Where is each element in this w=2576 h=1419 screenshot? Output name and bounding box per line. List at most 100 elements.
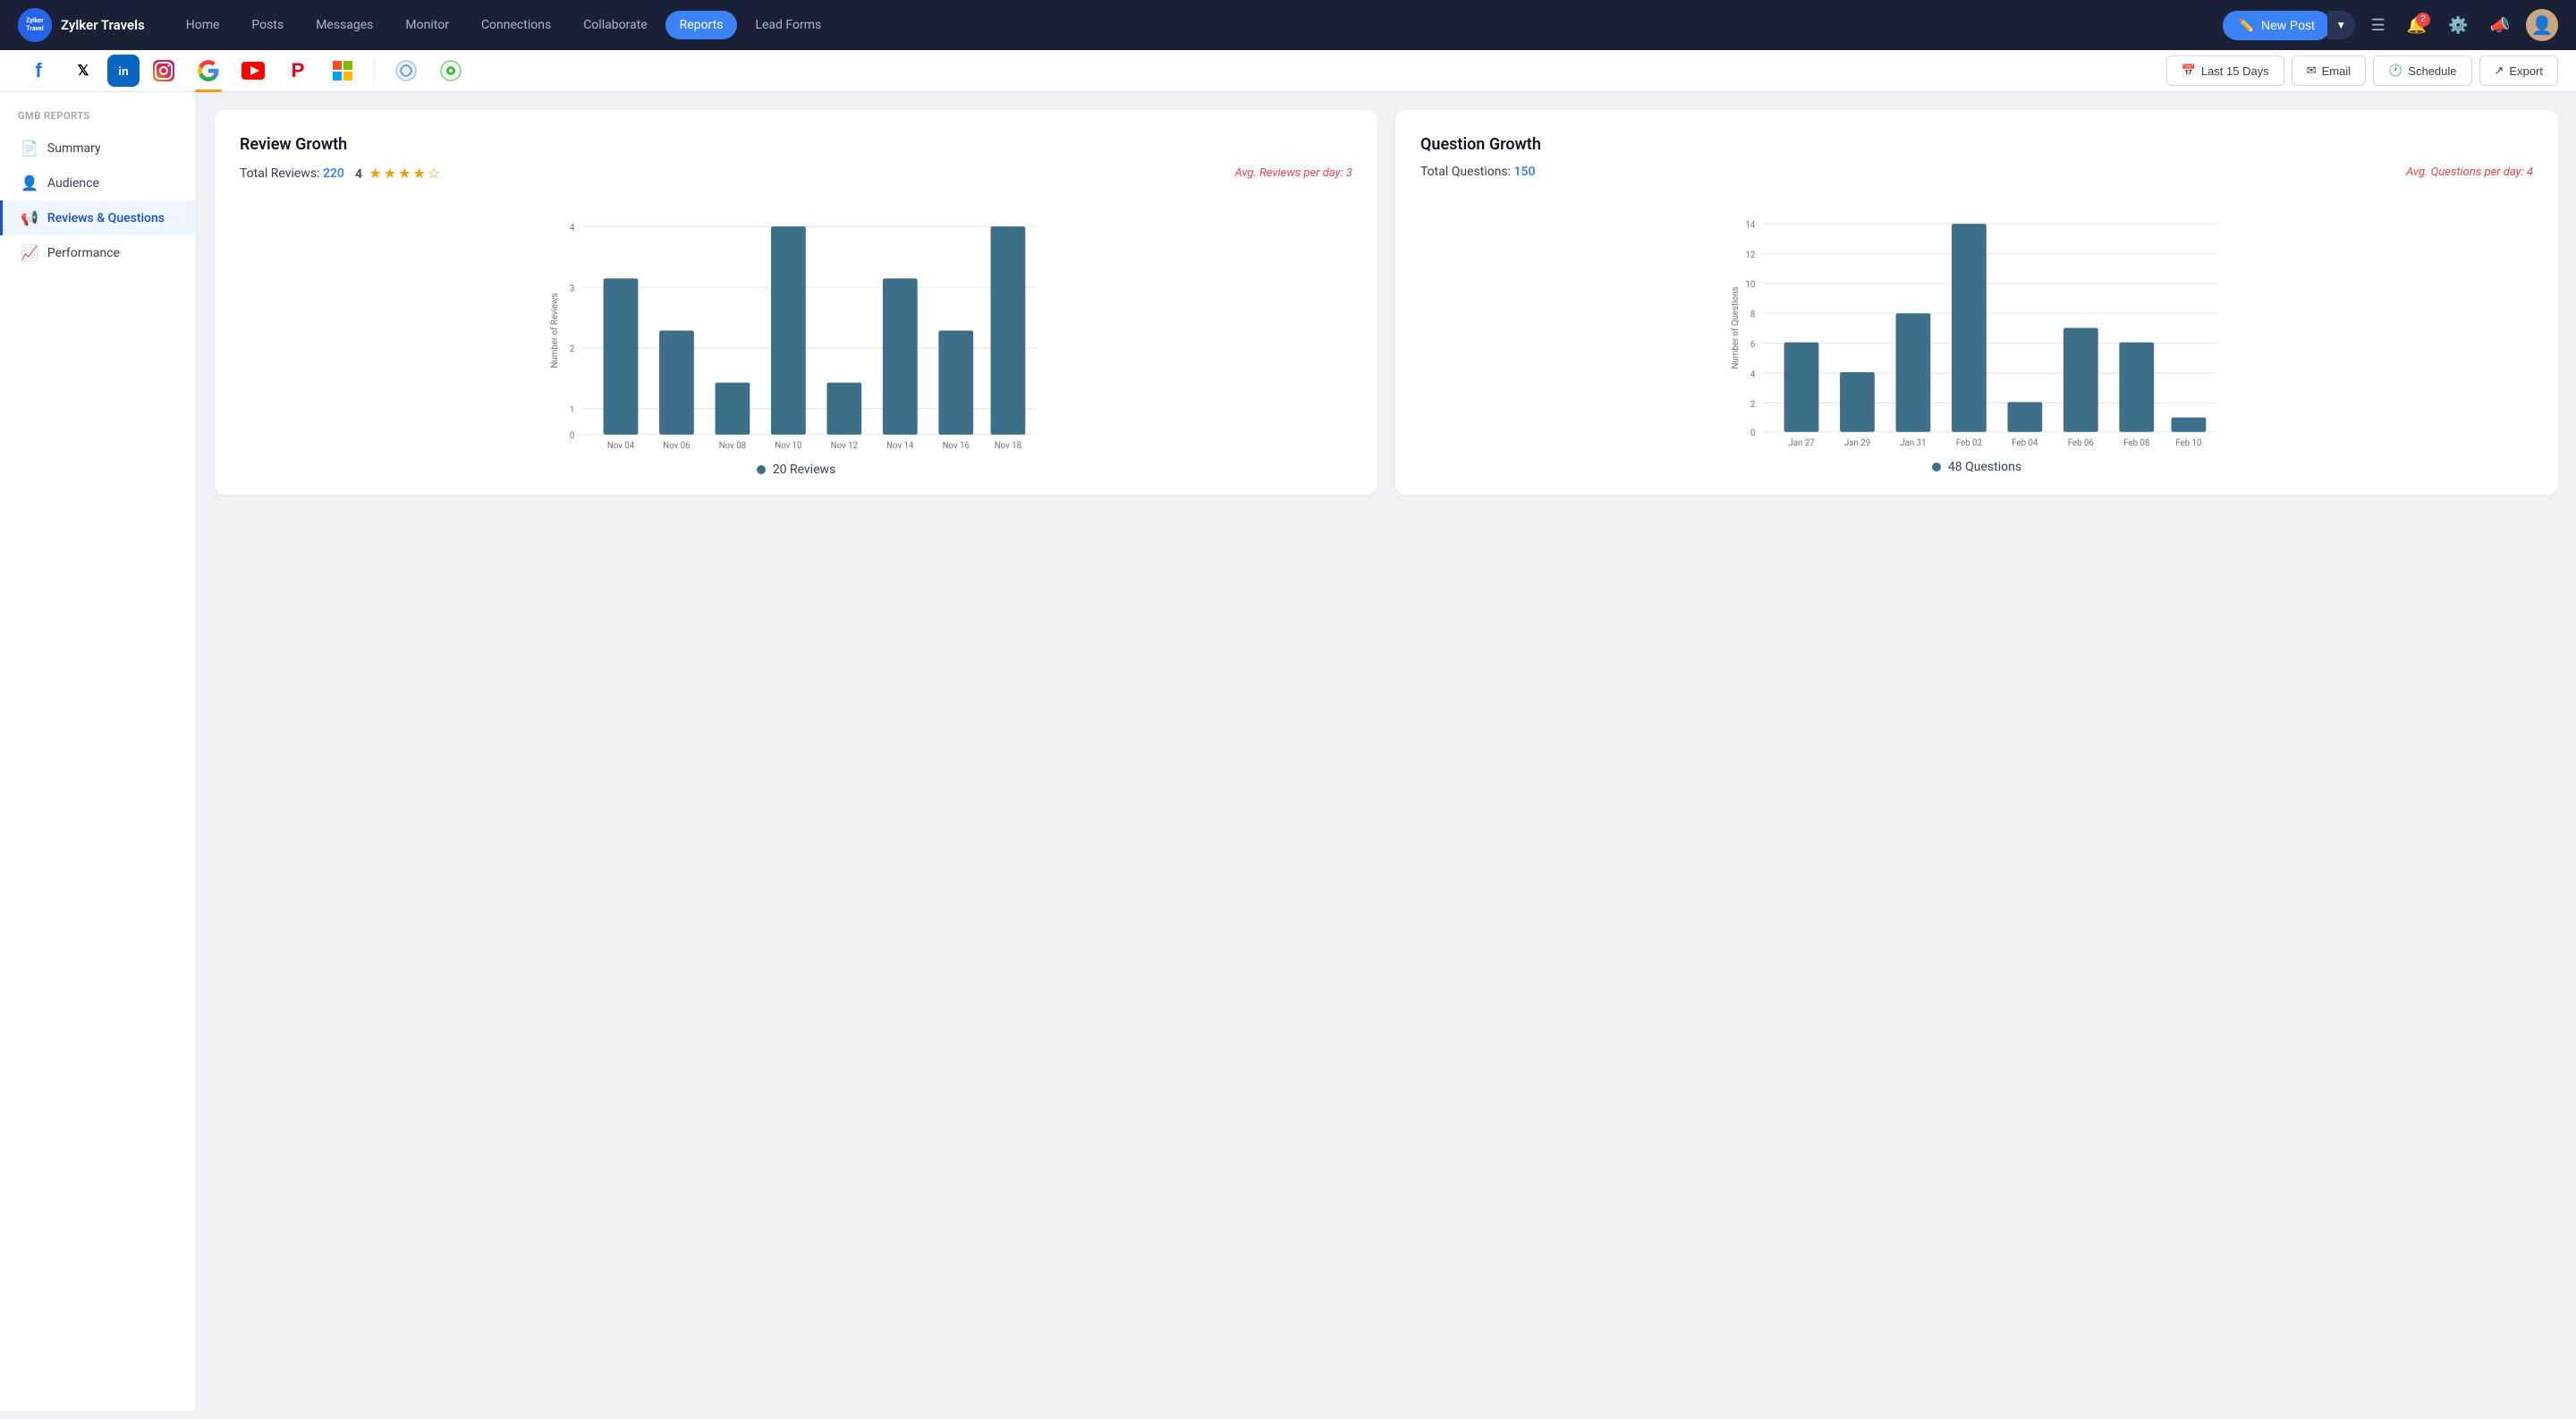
svg-text:14: 14 [1745,220,1755,230]
sidebar-section-label: GMB REPORTS [0,110,196,131]
review-growth-meta-left: Total Reviews: 220 4 ★★★★☆ [240,165,442,182]
email-button[interactable]: ✉ Email [2292,55,2366,86]
brand-name: Zylker Travels [61,17,145,33]
pinterest-icon-btn[interactable]: P [277,50,318,91]
facebook-icon-btn[interactable]: f [18,50,59,91]
svg-text:10: 10 [1745,280,1755,290]
review-growth-meta: Total Reviews: 220 4 ★★★★☆ Avg. Reviews … [240,165,1352,182]
microsoft-icon-btn[interactable] [322,50,363,91]
social-bar: f 𝕏 in P 📅 La [0,50,2576,92]
svg-text:Feb 04: Feb 04 [2012,438,2038,447]
nav-right: ✏️ New Post ▾ ☰ 🔔 2 ⚙️ 📣 👤 [2223,9,2558,41]
export-icon: ↗ [2495,64,2504,78]
svg-text:Nov 08: Nov 08 [719,441,746,450]
performance-icon: 📈 [21,244,38,261]
social-icons: f 𝕏 in P [18,50,2166,91]
nav-items: Home Posts Messages Monitor Connections … [172,11,2223,39]
clock-icon: 🕐 [2388,64,2402,78]
nav-connections[interactable]: Connections [467,11,565,39]
brand[interactable]: Zylker Travel Zylker Travels [18,8,145,42]
svg-text:0: 0 [1750,429,1755,438]
schedule-button[interactable]: 🕐 Schedule [2373,55,2471,86]
new-post-button[interactable]: ✏️ New Post [2223,11,2331,40]
question-growth-meta-left: Total Questions: 150 [1420,165,1536,179]
total-reviews-label: Total Reviews: 220 [240,166,344,181]
review-growth-title: Review Growth [240,135,1352,154]
nav-monitor[interactable]: Monitor [391,11,463,39]
nav-posts[interactable]: Posts [237,11,298,39]
youtube-icon-btn[interactable] [233,50,274,91]
avatar[interactable]: 👤 [2526,9,2558,41]
brand-logo: Zylker Travel [18,8,52,42]
email-icon: ✉ [2307,64,2317,78]
social-extra-1-icon-btn[interactable] [386,50,427,91]
rating-stars: 4 ★★★★☆ [355,165,442,182]
sidebar-item-summary[interactable]: 📄 Summary [0,131,196,166]
svg-text:Jan 31: Jan 31 [1900,438,1926,447]
sidebar-item-audience[interactable]: 👤 Audience [0,166,196,200]
svg-text:Jan 29: Jan 29 [1844,438,1870,447]
svg-text:Feb 08: Feb 08 [2123,438,2149,447]
social-separator [374,58,375,83]
review-growth-legend: 20 Reviews [240,463,1352,477]
svg-text:2: 2 [570,344,575,354]
svg-text:Nov 16: Nov 16 [943,441,970,450]
sidebar: GMB REPORTS 📄 Summary 👤 Audience 📢 Revie… [0,92,197,1411]
social-extra-2-icon-btn[interactable] [430,50,471,91]
svg-text:Feb 06: Feb 06 [2068,438,2094,447]
question-growth-meta: Total Questions: 150 Avg. Questions per … [1420,165,2533,179]
svg-text:Feb 02: Feb 02 [1956,438,1983,447]
linkedin-icon-btn[interactable]: in [107,55,140,87]
review-growth-chart: 4 3 2 1 0 Number of Reviews [240,200,1352,450]
google-icon-btn[interactable] [188,50,229,91]
svg-text:6: 6 [1750,340,1755,350]
export-button[interactable]: ↗ Export [2479,55,2558,86]
svg-text:Nov 14: Nov 14 [886,441,914,450]
review-avg-label: Avg. Reviews per day: 3 [1235,166,1352,180]
top-nav: Zylker Travel Zylker Travels Home Posts … [0,0,2576,50]
menu-button[interactable]: ☰ [2366,11,2391,40]
svg-text:Number of Reviews: Number of Reviews [550,293,560,369]
pencil-icon: ✏️ [2239,18,2254,33]
svg-text:8: 8 [1750,310,1755,320]
new-post-dropdown-button[interactable]: ▾ [2327,11,2355,39]
date-range-button[interactable]: 📅 Last 15 Days [2166,55,2284,86]
twitter-x-icon-btn[interactable]: 𝕏 [63,50,104,91]
svg-text:Feb 10: Feb 10 [2175,438,2201,447]
question-growth-title: Question Growth [1420,135,2533,154]
svg-text:Nov 10: Nov 10 [775,441,801,450]
nav-messages[interactable]: Messages [301,11,387,39]
svg-text:3: 3 [570,284,574,293]
svg-text:Nov 04: Nov 04 [607,441,635,450]
announcements-button[interactable]: 📣 [2485,11,2515,40]
question-legend-dot [1932,463,1941,472]
menu-icon: ☰ [2371,16,2385,34]
main-layout: GMB REPORTS 📄 Summary 👤 Audience 📢 Revie… [0,92,2576,1411]
svg-text:Number of Questions: Number of Questions [1731,287,1741,370]
question-growth-legend: 48 Questions [1420,460,2533,474]
svg-text:0: 0 [570,431,574,441]
question-avg-label: Avg. Questions per day: 4 [2406,166,2533,179]
summary-icon: 📄 [21,140,38,157]
audience-icon: 👤 [21,174,38,191]
svg-text:2: 2 [1750,400,1756,410]
svg-text:Travel: Travel [26,25,44,32]
svg-text:Jan 27: Jan 27 [1788,438,1815,447]
settings-button[interactable]: ⚙️ [2443,11,2473,40]
svg-text:Zylker: Zylker [26,17,44,24]
toolbar-actions: 📅 Last 15 Days ✉ Email 🕐 Schedule ↗ Expo… [2166,55,2558,86]
svg-text:4: 4 [1750,370,1756,379]
sidebar-item-reviews-questions[interactable]: 📢 Reviews & Questions [0,200,196,235]
svg-text:1: 1 [570,405,574,415]
instagram-icon-btn[interactable] [143,50,184,91]
notifications-button[interactable]: 🔔 2 [2402,11,2432,40]
nav-collaborate[interactable]: Collaborate [569,11,661,39]
sidebar-item-performance[interactable]: 📈 Performance [0,235,196,270]
nav-reports[interactable]: Reports [665,11,738,39]
nav-home[interactable]: Home [172,11,234,39]
gear-icon: ⚙️ [2448,16,2468,34]
calendar-icon: 📅 [2182,64,2196,78]
nav-lead-forms[interactable]: Lead Forms [741,11,835,39]
reviews-icon: 📢 [21,209,38,226]
total-questions-label: Total Questions: 150 [1420,165,1536,179]
